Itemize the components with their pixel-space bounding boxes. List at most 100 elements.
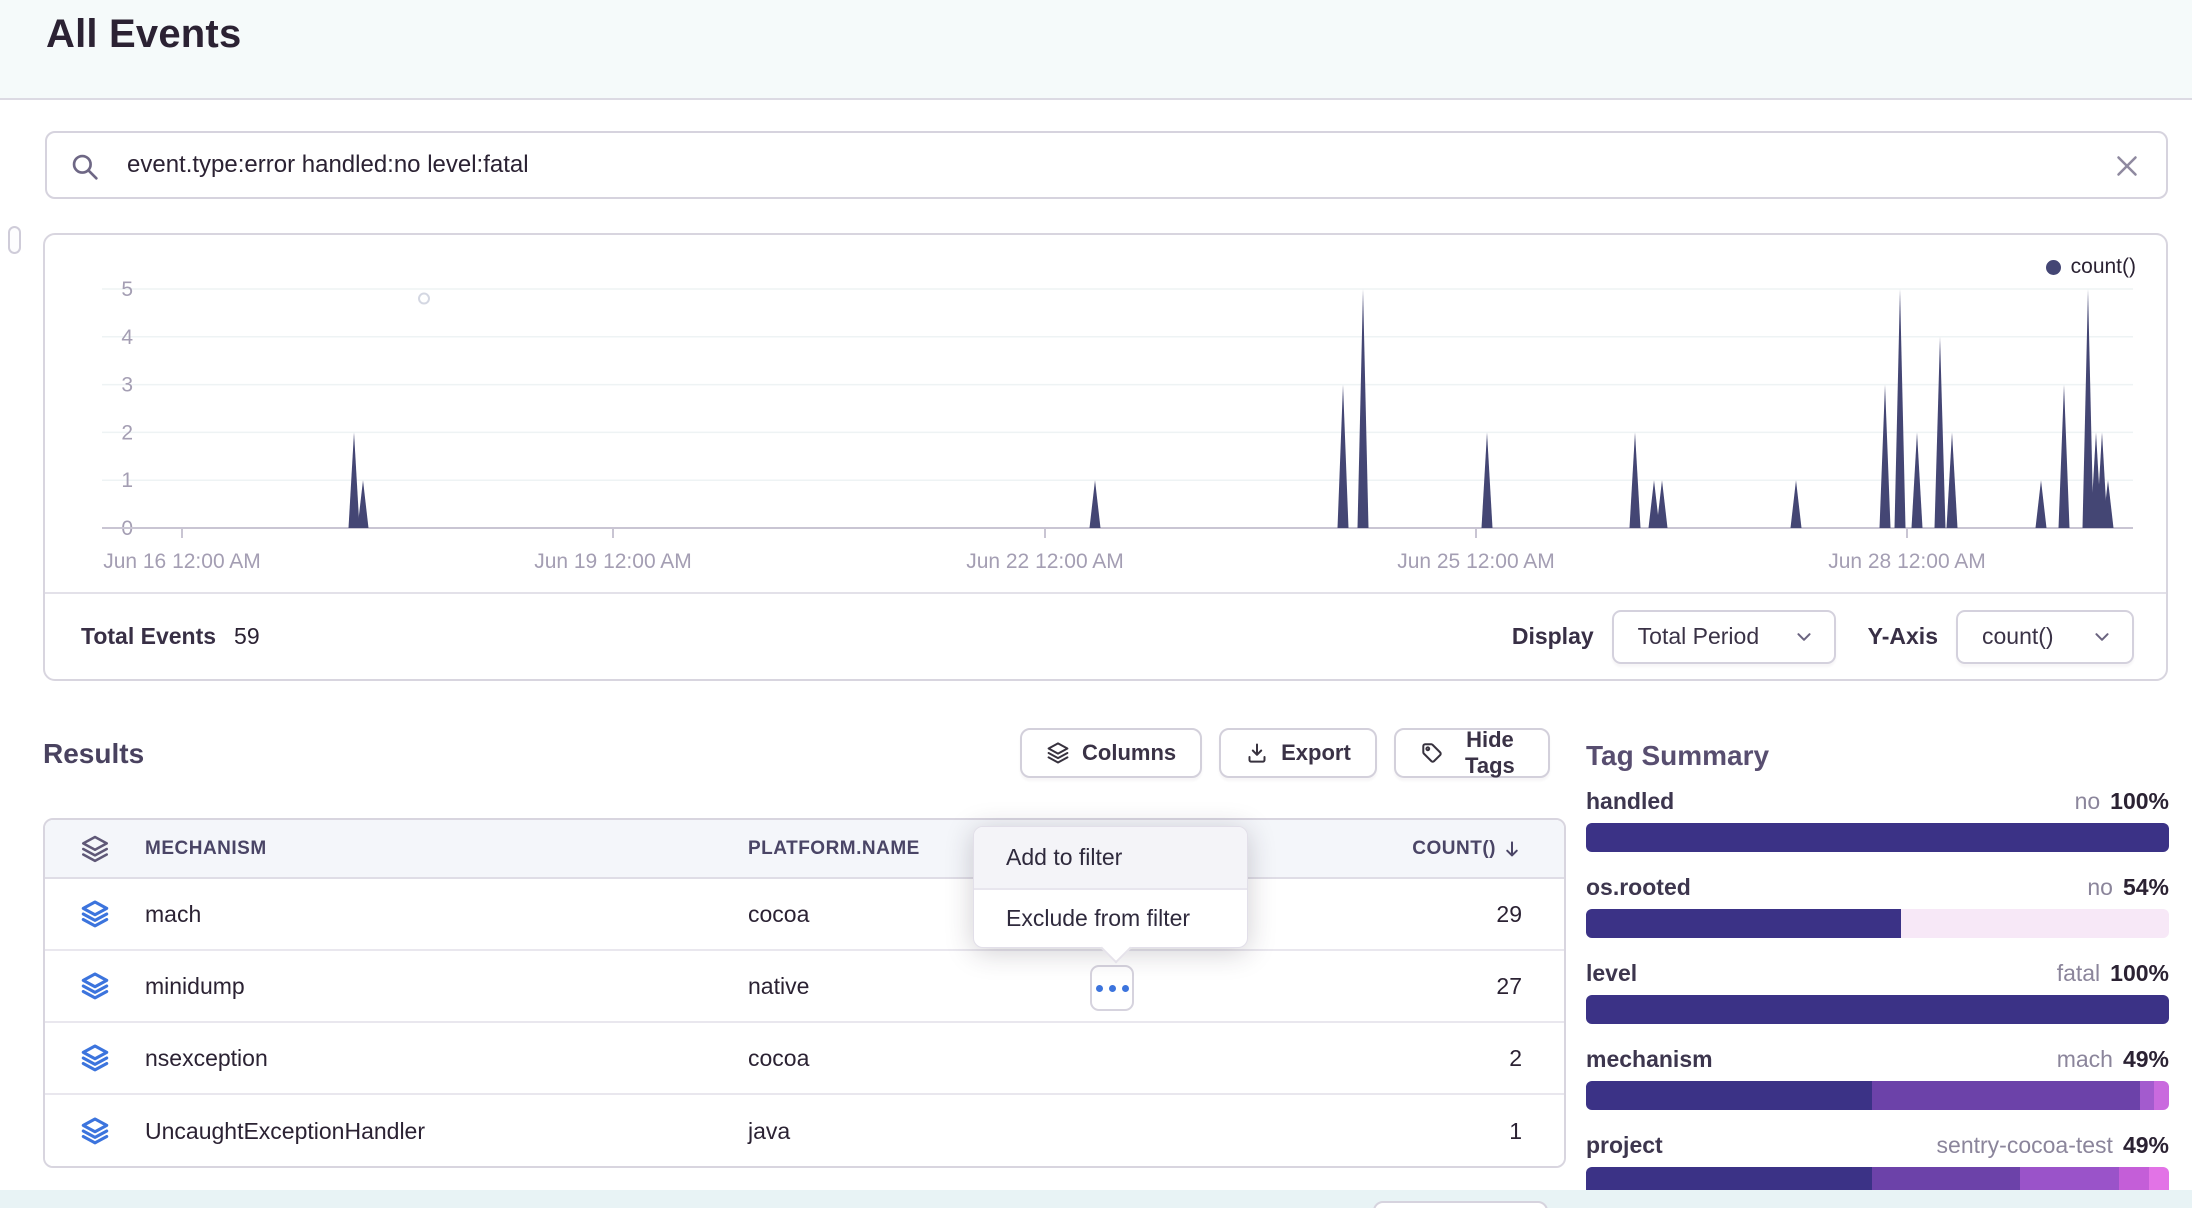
tag-bar-segment[interactable] (2154, 1081, 2169, 1110)
tag-name: mechanism (1586, 1046, 1713, 1073)
export-button[interactable]: Export (1219, 728, 1377, 778)
hide-tags-button[interactable]: Hide Tags (1394, 728, 1550, 778)
tag-top-value: sentry-cocoa-test 49% (1937, 1132, 2169, 1159)
chart-spike (1895, 289, 1906, 528)
tag-top-value: no54% (2087, 874, 2169, 901)
panel-drag-handle[interactable] (8, 226, 21, 254)
tag-summary-row-mechanism: mechanism mach 49% (1586, 1046, 2169, 1110)
download-icon (1245, 741, 1269, 765)
tag-distribution-bar[interactable] (1586, 909, 2169, 938)
stack-icon (80, 834, 110, 864)
tag-name: level (1586, 960, 1637, 987)
tag-summary-row-project: projectsentry-cocoa-test49% (1586, 1132, 2169, 1196)
tag-percent: 54% (2123, 874, 2169, 900)
tag-name: os.rooted (1586, 874, 1691, 901)
display-dropdown[interactable]: Total Period (1612, 610, 1836, 664)
table-row[interactable]: nsexception cocoa 2 (45, 1023, 1564, 1095)
ellipsis-dot (1096, 985, 1103, 992)
tag-distribution-bar[interactable] (1586, 995, 2169, 1024)
cell-platform[interactable]: cocoa (748, 1045, 1344, 1072)
chart-spike (2059, 385, 2070, 528)
chart-legend[interactable]: count() (2046, 255, 2136, 279)
tag-top-value: fatal 100% (2057, 960, 2169, 987)
y-axis-tick-label: 2 (121, 421, 133, 444)
chart-spike (1791, 480, 1802, 528)
chart-point-marker (419, 294, 429, 304)
tag-value: mach (2057, 1046, 2113, 1072)
discover-all-events-page: All Events 012345Jun 16 12:00 AMJun 19 1… (0, 0, 2192, 1208)
y-axis-tick-label: 1 (121, 469, 133, 492)
chart-spike (1338, 385, 1349, 528)
columns-button[interactable]: Columns (1020, 728, 1202, 778)
results-toolbar: Columns Export Hide Tags (1020, 728, 1550, 778)
tag-bar-segment[interactable] (1586, 995, 2169, 1024)
column-header-mechanism[interactable]: MECHANISM (145, 838, 748, 860)
cell-platform[interactable]: java (748, 1118, 1344, 1145)
table-row[interactable]: minidump native 27 (45, 951, 1564, 1023)
chart-spike (1880, 385, 1891, 528)
page-header: All Events (0, 0, 2192, 100)
x-axis-tick-label: Jun 19 12:00 AM (534, 550, 692, 573)
column-header-count[interactable]: COUNT() (1344, 838, 1564, 860)
ellipsis-dot (1122, 985, 1129, 992)
tag-percent: 100% (2110, 960, 2169, 986)
table-row[interactable]: mach cocoa 29 (45, 879, 1564, 951)
tag-top-value: mach 49% (2057, 1046, 2169, 1073)
close-icon (2110, 149, 2144, 183)
hide-tags-button-label: Hide Tags (1456, 727, 1524, 779)
cell-count: 29 (1344, 901, 1564, 928)
tag-percent: 49% (2123, 1046, 2169, 1072)
cell-mechanism[interactable]: UncaughtExceptionHandler (145, 1118, 748, 1145)
table-header-row: MECHANISM PLATFORM.NAME COUNT() (45, 820, 1564, 879)
cell-mechanism[interactable]: nsexception (145, 1045, 748, 1072)
tag-summary-row-os.rooted: os.rooted no54% (1586, 874, 2169, 938)
x-axis-tick-label: Jun 16 12:00 AM (103, 550, 261, 573)
search-icon (69, 151, 101, 183)
sort-descending-icon (1502, 839, 1522, 859)
search-clear-button[interactable] (2110, 149, 2144, 183)
stack-icon (80, 899, 110, 929)
cell-platform[interactable]: native (748, 973, 1344, 1000)
cell-mechanism[interactable]: minidump (145, 973, 748, 1000)
tag-distribution-bar[interactable] (1586, 823, 2169, 852)
cell-actions-button[interactable] (1090, 965, 1134, 1011)
tag-icon (1420, 741, 1444, 765)
tag-bar-segment[interactable] (2140, 1081, 2155, 1110)
page-bottom-strip (0, 1190, 2192, 1208)
tag-distribution-bar[interactable] (1586, 1081, 2169, 1110)
tag-bar-segment[interactable] (1872, 1081, 2140, 1110)
export-button-label: Export (1281, 740, 1351, 766)
tag-percent: 49% (2123, 1132, 2169, 1158)
cell-count: 27 (1344, 973, 1564, 1000)
stack-icon (80, 1043, 110, 1073)
tag-top-value: no100% (2075, 788, 2169, 815)
total-events-value: 59 (234, 623, 260, 650)
tag-summary-heading: Tag Summary (1586, 740, 2169, 772)
x-axis-tick-label: Jun 22 12:00 AM (966, 550, 1124, 573)
events-chart[interactable]: 012345Jun 16 12:00 AMJun 19 12:00 AMJun … (45, 235, 2166, 605)
tag-value: fatal (2057, 960, 2100, 986)
tag-percent: 100% (2110, 788, 2169, 814)
events-chart-panel: 012345Jun 16 12:00 AMJun 19 12:00 AMJun … (43, 233, 2168, 681)
chart-spike (358, 480, 369, 528)
tag-bar-segment[interactable] (1586, 1081, 1872, 1110)
tag-value: sentry-cocoa-test (1937, 1132, 2113, 1158)
search-bar (45, 131, 2168, 199)
chart-spike (1358, 289, 1369, 528)
pagination-buttons-clipped[interactable] (1373, 1201, 1548, 1208)
cell-mechanism[interactable]: mach (145, 901, 748, 928)
chevron-down-icon (2092, 627, 2112, 647)
table-row[interactable]: UncaughtExceptionHandler java 1 (45, 1095, 1564, 1167)
menu-item-add-to-filter[interactable]: Add to filter (974, 827, 1247, 890)
search-input[interactable] (113, 135, 2013, 195)
tag-summary-row-level: level fatal 100% (1586, 960, 2169, 1024)
yaxis-dropdown[interactable]: count() (1956, 610, 2134, 664)
column-header-count-label: COUNT() (1412, 838, 1496, 860)
chart-spike (1090, 480, 1101, 528)
results-table: MECHANISM PLATFORM.NAME COUNT() mach coc… (43, 818, 1566, 1168)
tag-bar-segment[interactable] (1586, 823, 2169, 852)
tag-summary-row-handled: handledno100% (1586, 788, 2169, 852)
cell-count: 1 (1344, 1118, 1564, 1145)
tag-bar-segment[interactable] (1901, 909, 2169, 938)
tag-bar-segment[interactable] (1586, 909, 1901, 938)
